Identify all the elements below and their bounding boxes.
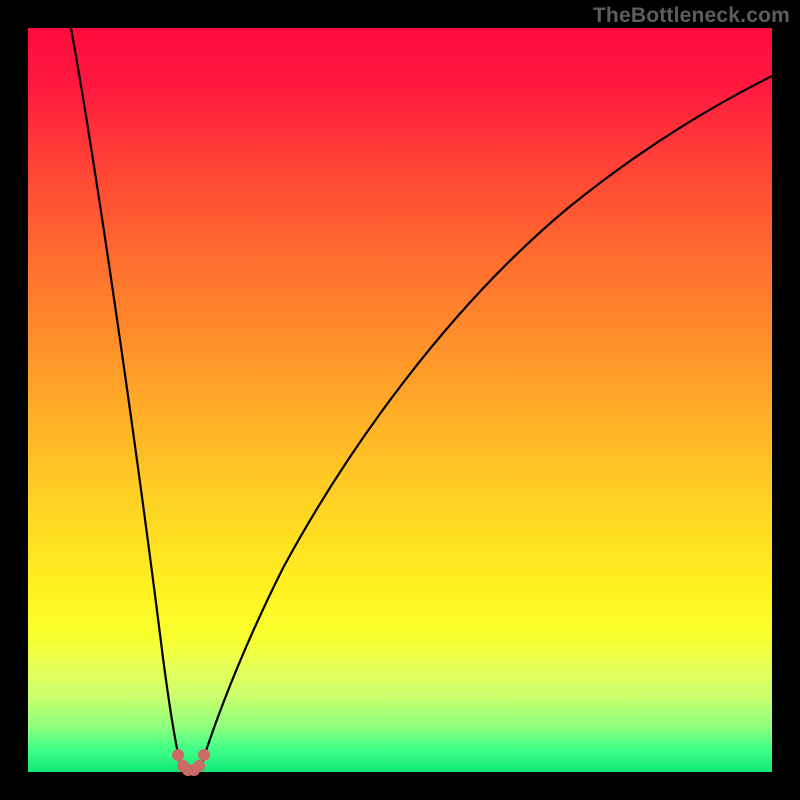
watermark-text: TheBottleneck.com: [593, 4, 790, 28]
chart-frame: TheBottleneck.com: [0, 0, 800, 800]
plot-area: [28, 28, 772, 772]
curve-layer: [28, 28, 772, 772]
bottleneck-curve-left: [71, 28, 181, 766]
minimum-markers: [172, 749, 210, 776]
bottleneck-curve-right: [201, 76, 772, 766]
